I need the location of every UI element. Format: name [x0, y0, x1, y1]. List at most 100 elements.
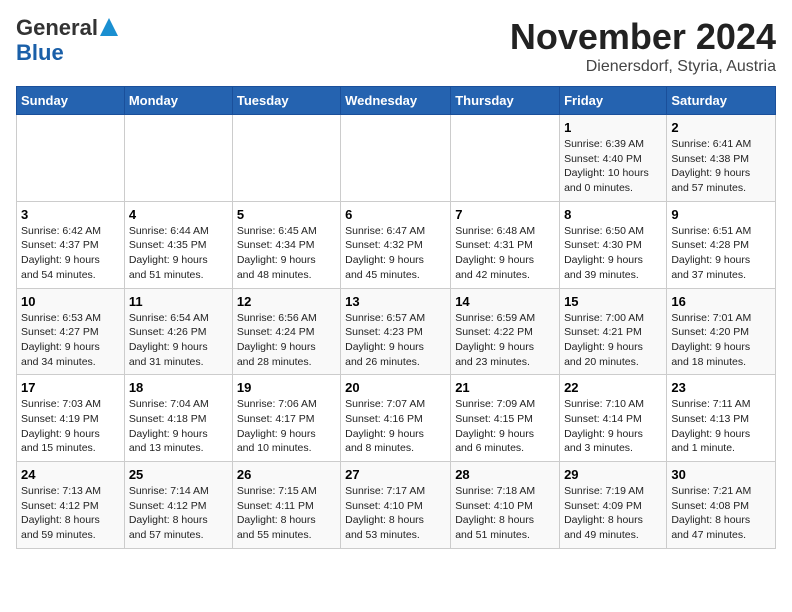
- day-number: 21: [455, 380, 555, 395]
- day-info: Sunrise: 7:13 AM Sunset: 4:12 PM Dayligh…: [21, 484, 120, 543]
- day-cell: 15Sunrise: 7:00 AM Sunset: 4:21 PM Dayli…: [560, 288, 667, 375]
- day-number: 17: [21, 380, 120, 395]
- day-info: Sunrise: 7:00 AM Sunset: 4:21 PM Dayligh…: [564, 311, 662, 370]
- day-info: Sunrise: 7:14 AM Sunset: 4:12 PM Dayligh…: [129, 484, 228, 543]
- logo-text-general: General: [16, 16, 98, 40]
- day-cell: [124, 115, 232, 202]
- logo-text-blue: Blue: [16, 41, 64, 65]
- day-number: 14: [455, 294, 555, 309]
- day-number: 3: [21, 207, 120, 222]
- day-info: Sunrise: 6:54 AM Sunset: 4:26 PM Dayligh…: [129, 311, 228, 370]
- week-row-3: 10Sunrise: 6:53 AM Sunset: 4:27 PM Dayli…: [17, 288, 776, 375]
- day-number: 23: [671, 380, 771, 395]
- day-info: Sunrise: 7:04 AM Sunset: 4:18 PM Dayligh…: [129, 397, 228, 456]
- week-row-2: 3 Sunrise: 6:42 AM Sunset: 4:37 PM Daylig…: [17, 201, 776, 288]
- month-title: November 2024: [510, 16, 776, 58]
- day-number: 24: [21, 467, 120, 482]
- day-number: 18: [129, 380, 228, 395]
- day-cell: 10Sunrise: 6:53 AM Sunset: 4:27 PM Dayli…: [17, 288, 125, 375]
- day-number: 28: [455, 467, 555, 482]
- day-number: 27: [345, 467, 446, 482]
- day-cell: 1 Sunrise: 6:39 AM Sunset: 4:40 PM Daylig…: [560, 115, 667, 202]
- day-cell: 17Sunrise: 7:03 AM Sunset: 4:19 PM Dayli…: [17, 375, 125, 462]
- day-info: Sunrise: 6:39 AM Sunset: 4:40 PM Dayligh…: [564, 137, 662, 196]
- day-info: Sunrise: 6:42 AM Sunset: 4:37 PM Dayligh…: [21, 224, 120, 283]
- day-info: Sunrise: 7:01 AM Sunset: 4:20 PM Dayligh…: [671, 311, 771, 370]
- day-number: 22: [564, 380, 662, 395]
- day-cell: 25 Sunrise: 7:14 AM Sunset: 4:12 PM Dayli…: [124, 462, 232, 549]
- day-cell: 7Sunrise: 6:48 AM Sunset: 4:31 PM Daylig…: [451, 201, 560, 288]
- day-number: 1: [564, 120, 662, 135]
- logo: General Blue: [16, 16, 118, 65]
- day-cell: 19 Sunrise: 7:06 AM Sunset: 4:17 PM Dayli…: [232, 375, 340, 462]
- day-cell: 28 Sunrise: 7:18 AM Sunset: 4:10 PM Dayli…: [451, 462, 560, 549]
- day-number: 20: [345, 380, 446, 395]
- day-info: Sunrise: 7:10 AM Sunset: 4:14 PM Dayligh…: [564, 397, 662, 456]
- title-area: November 2024 Dienersdorf, Styria, Austr…: [510, 16, 776, 76]
- day-cell: 5 Sunrise: 6:45 AM Sunset: 4:34 PM Daylig…: [232, 201, 340, 288]
- header-row: SundayMondayTuesdayWednesdayThursdayFrid…: [17, 87, 776, 115]
- day-cell: 9 Sunrise: 6:51 AM Sunset: 4:28 PM Daylig…: [667, 201, 776, 288]
- col-header-friday: Friday: [560, 87, 667, 115]
- day-cell: 24 Sunrise: 7:13 AM Sunset: 4:12 PM Dayli…: [17, 462, 125, 549]
- day-info: Sunrise: 6:57 AM Sunset: 4:23 PM Dayligh…: [345, 311, 446, 370]
- col-header-sunday: Sunday: [17, 87, 125, 115]
- day-cell: 29Sunrise: 7:19 AM Sunset: 4:09 PM Dayli…: [560, 462, 667, 549]
- day-cell: [341, 115, 451, 202]
- day-info: Sunrise: 6:56 AM Sunset: 4:24 PM Dayligh…: [237, 311, 336, 370]
- day-info: Sunrise: 7:09 AM Sunset: 4:15 PM Dayligh…: [455, 397, 555, 456]
- day-info: Sunrise: 6:48 AM Sunset: 4:31 PM Dayligh…: [455, 224, 555, 283]
- day-info: Sunrise: 7:07 AM Sunset: 4:16 PM Dayligh…: [345, 397, 446, 456]
- day-number: 9: [671, 207, 771, 222]
- day-info: Sunrise: 6:47 AM Sunset: 4:32 PM Dayligh…: [345, 224, 446, 283]
- day-cell: 2Sunrise: 6:41 AM Sunset: 4:38 PM Daylig…: [667, 115, 776, 202]
- day-cell: 11 Sunrise: 6:54 AM Sunset: 4:26 PM Dayli…: [124, 288, 232, 375]
- day-number: 16: [671, 294, 771, 309]
- week-row-5: 24 Sunrise: 7:13 AM Sunset: 4:12 PM Dayli…: [17, 462, 776, 549]
- day-cell: 30Sunrise: 7:21 AM Sunset: 4:08 PM Dayli…: [667, 462, 776, 549]
- day-info: Sunrise: 6:44 AM Sunset: 4:35 PM Dayligh…: [129, 224, 228, 283]
- day-info: Sunrise: 7:21 AM Sunset: 4:08 PM Dayligh…: [671, 484, 771, 543]
- day-cell: 18 Sunrise: 7:04 AM Sunset: 4:18 PM Dayli…: [124, 375, 232, 462]
- day-number: 29: [564, 467, 662, 482]
- day-number: 19: [237, 380, 336, 395]
- day-number: 25: [129, 467, 228, 482]
- day-cell: 27 Sunrise: 7:17 AM Sunset: 4:10 PM Dayli…: [341, 462, 451, 549]
- day-info: Sunrise: 7:06 AM Sunset: 4:17 PM Dayligh…: [237, 397, 336, 456]
- day-cell: [17, 115, 125, 202]
- day-info: Sunrise: 7:11 AM Sunset: 4:13 PM Dayligh…: [671, 397, 771, 456]
- col-header-saturday: Saturday: [667, 87, 776, 115]
- day-info: Sunrise: 7:17 AM Sunset: 4:10 PM Dayligh…: [345, 484, 446, 543]
- day-info: Sunrise: 7:18 AM Sunset: 4:10 PM Dayligh…: [455, 484, 555, 543]
- day-cell: 6 Sunrise: 6:47 AM Sunset: 4:32 PM Daylig…: [341, 201, 451, 288]
- day-info: Sunrise: 6:51 AM Sunset: 4:28 PM Dayligh…: [671, 224, 771, 283]
- day-cell: 4 Sunrise: 6:44 AM Sunset: 4:35 PM Daylig…: [124, 201, 232, 288]
- day-info: Sunrise: 7:15 AM Sunset: 4:11 PM Dayligh…: [237, 484, 336, 543]
- col-header-thursday: Thursday: [451, 87, 560, 115]
- day-number: 11: [129, 294, 228, 309]
- day-number: 13: [345, 294, 446, 309]
- day-cell: 21 Sunrise: 7:09 AM Sunset: 4:15 PM Dayli…: [451, 375, 560, 462]
- day-number: 5: [237, 207, 336, 222]
- day-cell: 8Sunrise: 6:50 AM Sunset: 4:30 PM Daylig…: [560, 201, 667, 288]
- day-cell: [232, 115, 340, 202]
- calendar-table: SundayMondayTuesdayWednesdayThursdayFrid…: [16, 86, 776, 549]
- week-row-1: 1 Sunrise: 6:39 AM Sunset: 4:40 PM Daylig…: [17, 115, 776, 202]
- day-cell: 13 Sunrise: 6:57 AM Sunset: 4:23 PM Dayli…: [341, 288, 451, 375]
- day-number: 12: [237, 294, 336, 309]
- day-info: Sunrise: 6:45 AM Sunset: 4:34 PM Dayligh…: [237, 224, 336, 283]
- day-cell: [451, 115, 560, 202]
- location-title: Dienersdorf, Styria, Austria: [510, 58, 776, 76]
- day-number: 4: [129, 207, 228, 222]
- day-number: 6: [345, 207, 446, 222]
- col-header-tuesday: Tuesday: [232, 87, 340, 115]
- day-cell: 14Sunrise: 6:59 AM Sunset: 4:22 PM Dayli…: [451, 288, 560, 375]
- day-cell: 22 Sunrise: 7:10 AM Sunset: 4:14 PM Dayli…: [560, 375, 667, 462]
- day-cell: 23 Sunrise: 7:11 AM Sunset: 4:13 PM Dayli…: [667, 375, 776, 462]
- day-cell: 12 Sunrise: 6:56 AM Sunset: 4:24 PM Dayli…: [232, 288, 340, 375]
- logo-arrow-icon: [100, 18, 118, 41]
- day-cell: 16 Sunrise: 7:01 AM Sunset: 4:20 PM Dayli…: [667, 288, 776, 375]
- day-number: 26: [237, 467, 336, 482]
- header-area: General Blue November 2024 Dienersdorf, …: [16, 16, 776, 76]
- day-number: 8: [564, 207, 662, 222]
